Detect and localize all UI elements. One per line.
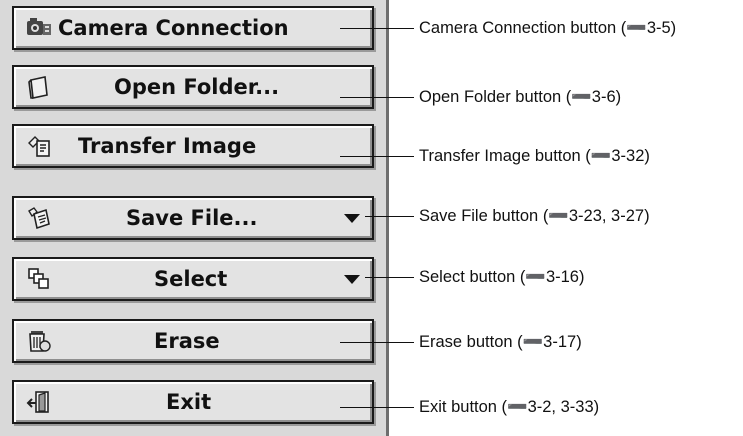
erase-icon bbox=[26, 328, 52, 354]
exit-callout: Exit button (➖3-2, 3-33) bbox=[419, 398, 600, 416]
exit-button[interactable]: Exit bbox=[12, 380, 374, 424]
leader-line bbox=[340, 407, 414, 408]
erase-callout: Erase button (➖3-17) bbox=[419, 333, 582, 351]
open-folder-button[interactable]: Open Folder... bbox=[12, 65, 374, 109]
panel-divider bbox=[386, 0, 389, 436]
camera-connection-callout: Camera Connection button (➖3-5) bbox=[419, 19, 677, 37]
select-button[interactable]: Select bbox=[12, 257, 374, 301]
open-folder-callout: Open Folder button (➖3-6) bbox=[419, 88, 622, 106]
transfer-image-callout: Transfer Image button (➖3-32) bbox=[419, 147, 650, 165]
transfer-image-button[interactable]: Transfer Image bbox=[12, 124, 374, 168]
erase-button[interactable]: Erase bbox=[12, 319, 374, 363]
camera-connection-label: Camera Connection bbox=[58, 16, 289, 40]
leader-line bbox=[340, 28, 414, 29]
exit-label: Exit bbox=[166, 390, 212, 414]
camera-connection-icon bbox=[26, 15, 52, 41]
folder-icon bbox=[26, 74, 52, 100]
select-callout: Select button (➖3-16) bbox=[419, 268, 585, 286]
save-file-button[interactable]: Save File... bbox=[12, 196, 374, 240]
leader-line bbox=[365, 216, 414, 217]
camera-connection-button[interactable]: Camera Connection bbox=[12, 6, 374, 50]
save-file-callout: Save File button (➖3-23, 3-27) bbox=[419, 207, 650, 225]
leader-line bbox=[340, 156, 414, 157]
save-file-dropdown-arrow-icon[interactable] bbox=[344, 214, 360, 223]
leader-line bbox=[340, 342, 414, 343]
save-file-icon bbox=[26, 205, 52, 231]
erase-label: Erase bbox=[154, 329, 220, 353]
save-file-label: Save File... bbox=[126, 206, 258, 230]
leader-line bbox=[340, 97, 414, 98]
leader-line bbox=[365, 277, 414, 278]
select-label: Select bbox=[154, 267, 228, 291]
transfer-image-label: Transfer Image bbox=[78, 134, 257, 158]
select-icon bbox=[26, 266, 52, 292]
exit-icon bbox=[26, 389, 52, 415]
select-dropdown-arrow-icon[interactable] bbox=[344, 275, 360, 284]
open-folder-label: Open Folder... bbox=[114, 75, 280, 99]
transfer-image-icon bbox=[26, 133, 52, 159]
